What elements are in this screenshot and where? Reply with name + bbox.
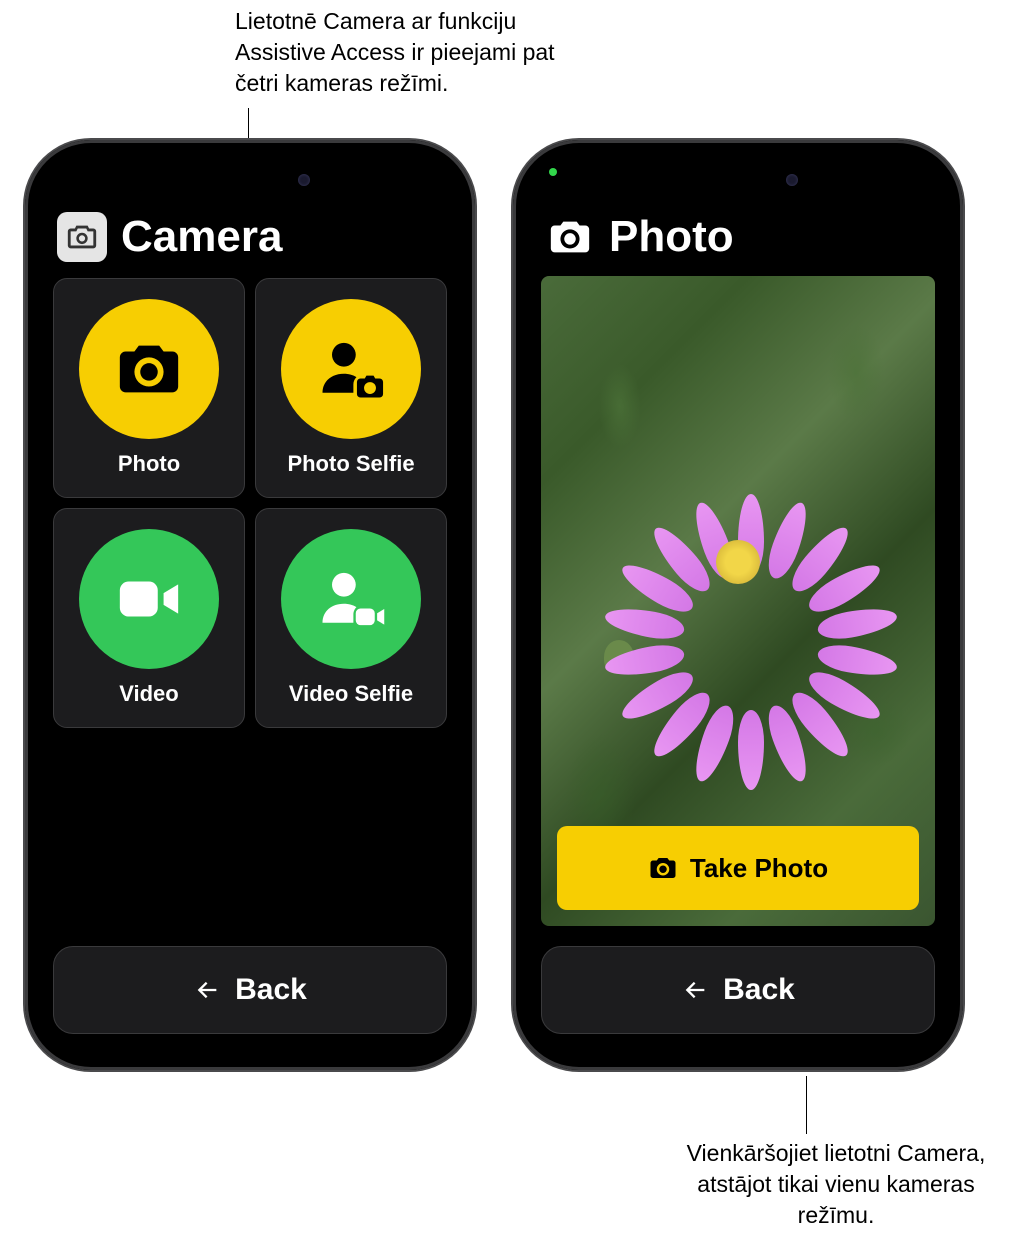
- dynamic-island: [180, 162, 320, 198]
- camera-icon: [648, 853, 678, 883]
- camera-active-indicator: [549, 168, 557, 176]
- tile-label: Video Selfie: [289, 681, 413, 707]
- back-bar: Back: [527, 936, 949, 1056]
- screen-photo-mode: Photo: [527, 154, 949, 1056]
- person-video-icon: [313, 561, 389, 637]
- take-photo-button[interactable]: Take Photo: [557, 826, 919, 910]
- camera-viewfinder[interactable]: Take Photo: [541, 276, 935, 926]
- back-label: Back: [723, 973, 795, 1007]
- tile-photo-selfie[interactable]: Photo Selfie: [255, 278, 447, 498]
- arrow-left-icon: [193, 976, 221, 1004]
- tile-label: Photo Selfie: [287, 451, 414, 477]
- callout-top: Lietotnē Camera ar funkciju Assistive Ac…: [235, 6, 575, 99]
- person-camera-icon: [313, 331, 389, 407]
- dynamic-island: [668, 162, 808, 198]
- arrow-left-icon: [681, 976, 709, 1004]
- photo-icon-circle: [79, 299, 219, 439]
- take-photo-label: Take Photo: [690, 853, 828, 884]
- tile-label: Photo: [118, 451, 180, 477]
- callout-bottom: Vienkāršojiet lietotni Camera, atstājot …: [686, 1138, 986, 1231]
- camera-icon: [547, 214, 593, 260]
- front-camera-dot: [786, 174, 798, 186]
- phone-right: Photo: [513, 140, 963, 1070]
- video-icon: [114, 564, 184, 634]
- video-icon-circle: [79, 529, 219, 669]
- camera-icon: [65, 220, 99, 254]
- page-title: Photo: [609, 212, 734, 262]
- back-bar: Back: [39, 936, 461, 1056]
- tile-video[interactable]: Video: [53, 508, 245, 728]
- phone-left: Camera Photo: [25, 140, 475, 1070]
- tile-photo[interactable]: Photo: [53, 278, 245, 498]
- screen-camera-modes: Camera Photo: [39, 154, 461, 1056]
- camera-header-icon: [545, 212, 595, 262]
- tile-label: Video: [119, 681, 179, 707]
- back-button[interactable]: Back: [53, 946, 447, 1034]
- back-label: Back: [235, 973, 307, 1007]
- video-selfie-icon-circle: [281, 529, 421, 669]
- tile-video-selfie[interactable]: Video Selfie: [255, 508, 447, 728]
- mode-grid: Photo Photo Selfie: [39, 272, 461, 734]
- callout-line-bottom: [806, 1076, 807, 1134]
- photo-selfie-icon-circle: [281, 299, 421, 439]
- camera-app-icon: [57, 212, 107, 262]
- page-title: Camera: [121, 212, 282, 262]
- camera-icon: [114, 334, 184, 404]
- back-button[interactable]: Back: [541, 946, 935, 1034]
- front-camera-dot: [298, 174, 310, 186]
